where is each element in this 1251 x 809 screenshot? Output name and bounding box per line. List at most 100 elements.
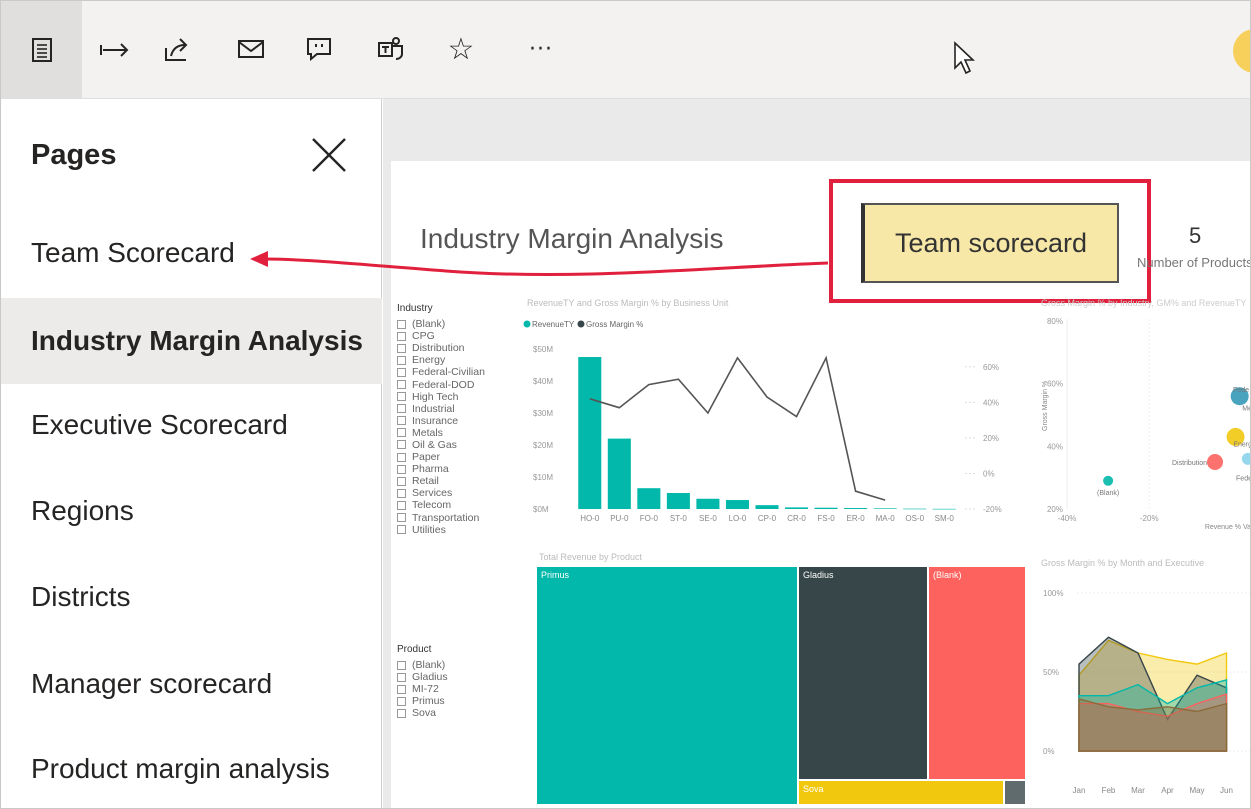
checkbox[interactable] (397, 464, 406, 474)
slicer-option[interactable]: Retail (397, 475, 485, 487)
bar-revenue[interactable] (578, 357, 602, 509)
treemap-tile-label: Primus (541, 570, 570, 580)
pages-button[interactable] (1, 1, 82, 99)
slicer-option[interactable]: Energy (397, 354, 485, 366)
slicer-option[interactable]: Sova (397, 707, 448, 719)
bar-revenue[interactable] (844, 508, 868, 509)
close-icon (312, 138, 346, 172)
slicer-option[interactable]: Oil & Gas (397, 439, 485, 451)
bar-revenue[interactable] (607, 438, 631, 509)
treemap-tile[interactable]: (Blank) (929, 567, 1025, 779)
slicer-option-label: Pharma (412, 463, 449, 476)
slicer-option[interactable]: Gladius (397, 671, 448, 683)
y-tick-label: $20M (533, 441, 553, 450)
treemap-tile[interactable]: Primus (537, 567, 797, 804)
checkbox[interactable] (397, 343, 406, 353)
checkbox[interactable] (397, 696, 406, 706)
slicer-option[interactable]: MI-72 (397, 683, 448, 695)
close-pages-button[interactable] (309, 135, 349, 175)
favorite-button[interactable]: ☆ (443, 29, 479, 69)
checkbox[interactable] (397, 392, 406, 402)
slicer-option[interactable]: Distribution (397, 342, 485, 354)
slicer-option[interactable]: High Tech (397, 391, 485, 403)
scatter-point[interactable] (1207, 454, 1223, 470)
page-item-industry-margin-analysis[interactable]: Industry Margin Analysis (1, 298, 382, 384)
bar-revenue[interactable] (814, 507, 838, 509)
checkbox[interactable] (397, 708, 406, 718)
treemap-tile-label: (Blank) (933, 570, 962, 580)
checkbox[interactable] (397, 404, 406, 414)
page-item-executive-scorecard[interactable]: Executive Scorecard (1, 382, 382, 468)
slicer-option[interactable]: Transportation (397, 512, 485, 524)
bar-revenue[interactable] (785, 507, 809, 509)
y-tick-label: 50% (1043, 668, 1059, 677)
slicer-option[interactable]: Metals (397, 427, 485, 439)
comment-button[interactable] (301, 29, 337, 69)
slicer-option[interactable]: (Blank) (397, 318, 485, 330)
checkbox[interactable] (397, 355, 406, 365)
point-label: Energ (1233, 441, 1251, 448)
page-item-manager-scorecard[interactable]: Manager scorecard (1, 641, 382, 727)
x-tick-label: ST-0 (670, 514, 687, 523)
x-axis-title: Revenue % Va (1205, 524, 1251, 531)
checkbox[interactable] (397, 367, 406, 377)
checkbox[interactable] (397, 660, 406, 670)
slicer-option[interactable]: Paper (397, 451, 485, 463)
slicer-option[interactable]: Pharma (397, 463, 485, 475)
industry-scatter-chart[interactable]: 20% 40% 60% 80% -40% -20% Gross Margin % Revenu… (1037, 311, 1251, 541)
checkbox[interactable] (397, 440, 406, 450)
bar-revenue[interactable] (932, 508, 956, 510)
y-tick-label: $10M (533, 473, 553, 482)
checkbox[interactable] (397, 476, 406, 486)
checkbox[interactable] (397, 319, 406, 329)
page-item-product-margin-analysis[interactable]: Product margin analysis (1, 726, 382, 808)
more-icon: ··· (529, 36, 553, 62)
bar-revenue[interactable] (637, 488, 661, 509)
slicer-option[interactable]: Federal-DOD (397, 378, 485, 391)
checkbox[interactable] (397, 525, 406, 535)
bar-revenue[interactable] (903, 508, 927, 510)
expand-button[interactable] (95, 29, 135, 69)
slicer-option[interactable]: (Blank) (397, 659, 448, 671)
slicer-option[interactable]: Utilities (397, 524, 485, 536)
checkbox[interactable] (397, 416, 406, 426)
bar-revenue[interactable] (725, 500, 749, 509)
slicer-option[interactable]: Primus (397, 695, 448, 707)
scatter-point[interactable] (1103, 475, 1114, 486)
checkbox[interactable] (397, 684, 406, 694)
slicer-option[interactable]: Services (397, 487, 485, 499)
margin-area-chart[interactable]: 0% 50% 100% Jan Feb Mar Apr May Jun (1037, 573, 1251, 809)
slicer-option[interactable]: Federal-Civilian (397, 366, 485, 378)
checkbox[interactable] (397, 331, 406, 341)
bar-revenue[interactable] (666, 493, 690, 509)
email-button[interactable] (233, 29, 269, 69)
checkbox[interactable] (397, 513, 406, 523)
slicer-option[interactable]: Telecom (397, 499, 485, 511)
revenue-margin-combo-chart[interactable]: RevenueTY Gross Margin % $0M $10M $20M $30M $4… (519, 313, 1019, 543)
checkbox[interactable] (397, 500, 406, 510)
favorite-icon: ☆ (447, 31, 475, 67)
page-item-districts[interactable]: Districts (1, 554, 382, 640)
slicer-option[interactable]: Industrial (397, 403, 485, 415)
comment-icon (307, 38, 331, 62)
treemap-tile[interactable] (1005, 781, 1025, 804)
bar-revenue[interactable] (696, 498, 720, 509)
checkbox[interactable] (397, 428, 406, 438)
treemap-tile[interactable]: Gladius (799, 567, 927, 779)
bar-revenue[interactable] (755, 505, 779, 509)
more-button[interactable]: ··· (521, 29, 561, 69)
page-item-regions[interactable]: Regions (1, 468, 382, 554)
checkbox[interactable] (397, 380, 406, 390)
teams-button[interactable] (373, 29, 409, 69)
product-revenue-treemap[interactable]: Primus Gladius (Blank) Sova (537, 567, 1025, 804)
bar-revenue[interactable] (873, 508, 897, 509)
slicer-option[interactable]: CPG (397, 330, 485, 342)
checkbox[interactable] (397, 452, 406, 462)
share-button[interactable] (159, 29, 195, 69)
avatar[interactable] (1233, 29, 1250, 73)
checkbox[interactable] (397, 488, 406, 498)
slicer-option[interactable]: Insurance (397, 415, 485, 427)
x-tick-label: Mar (1131, 786, 1145, 795)
checkbox[interactable] (397, 672, 406, 682)
treemap-tile[interactable]: Sova (799, 781, 1003, 804)
